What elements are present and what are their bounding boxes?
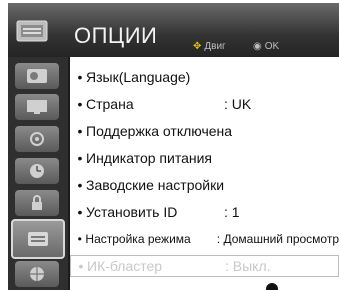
network-icon [30,267,44,281]
pointer-cursor [266,283,278,290]
menu-item-label: Установить ID [86,204,178,220]
bullet: • [78,258,84,274]
tv-menu-screen: ОПЦИИ ✥ Двиг ◉ OK • Язык(Language) • Стр… [8,3,339,290]
menu-item-mode-setting[interactable]: • Настройка режима : Домашний просмотр [70,228,339,250]
options-header-icon [14,15,50,47]
lock-icon [32,195,42,210]
bullet: • [77,123,83,139]
menu-item-ir-blaster[interactable]: • ИК-бластер : Выкл. [70,255,339,277]
sidebar-item-lock[interactable] [15,190,59,216]
menu-item-label: Настройка режима [85,232,191,246]
menu-item-value: : 1 [224,204,240,220]
hint-move-label: Двиг [204,41,226,52]
sidebar-item-network[interactable] [15,261,59,287]
menu-item-label: Страна [86,96,134,112]
menu-item-power-indicator[interactable]: • Индикатор питания [70,147,339,169]
menu-item-support-disabled[interactable]: • Поддержка отключена [70,120,339,142]
menu-item-label: Поддержка отключена [86,123,233,139]
menu-item-value: : Выкл. [225,258,271,274]
menu-item-language[interactable]: • Язык(Language) [70,66,339,88]
move-icon: ✥ [193,41,202,52]
menu-item-value: : Домашний просмотр [216,232,339,246]
menu-item-label: Язык(Language) [86,69,191,85]
bullet: • [77,69,83,85]
menu-item-value: : UK [224,96,252,112]
picture-icon [27,69,47,83]
menu-item-country[interactable]: • Страна : UK [70,93,339,115]
ok-icon: ◉ [253,41,262,52]
sidebar-item-screen[interactable] [15,94,59,120]
bullet: • [77,204,83,220]
hint-ok: ◉ OK [253,41,279,52]
screen-icon [27,100,47,114]
options-menu-panel: • Язык(Language) • Страна : UK • Поддерж… [70,57,339,290]
hint-ok-label: OK [264,41,280,52]
menu-item-set-id[interactable]: • Установить ID : 1 [70,201,339,223]
sidebar-item-audio[interactable] [15,126,59,152]
bullet: • [77,150,83,166]
audio-icon [30,132,44,146]
menu-header: ОПЦИИ ✥ Двиг ◉ OK [8,3,339,57]
menu-item-label: Заводские настройки [86,177,225,193]
bullet: • [77,96,83,112]
sidebar-item-options[interactable] [11,219,65,259]
menu-item-label: Индикатор питания [86,150,212,166]
menu-item-label: ИК-бластер [87,258,163,274]
hint-move: ✥ Двиг [193,41,226,52]
sidebar-item-time[interactable] [15,158,59,184]
sidebar-item-picture[interactable] [15,63,59,89]
bullet: • [77,177,83,193]
clock-icon [30,164,44,178]
page-title: ОПЦИИ [74,23,158,48]
bullet: • [77,232,82,246]
category-sidebar [8,57,68,290]
options-icon [28,232,48,246]
menu-item-factory-reset[interactable]: • Заводские настройки [70,174,339,196]
